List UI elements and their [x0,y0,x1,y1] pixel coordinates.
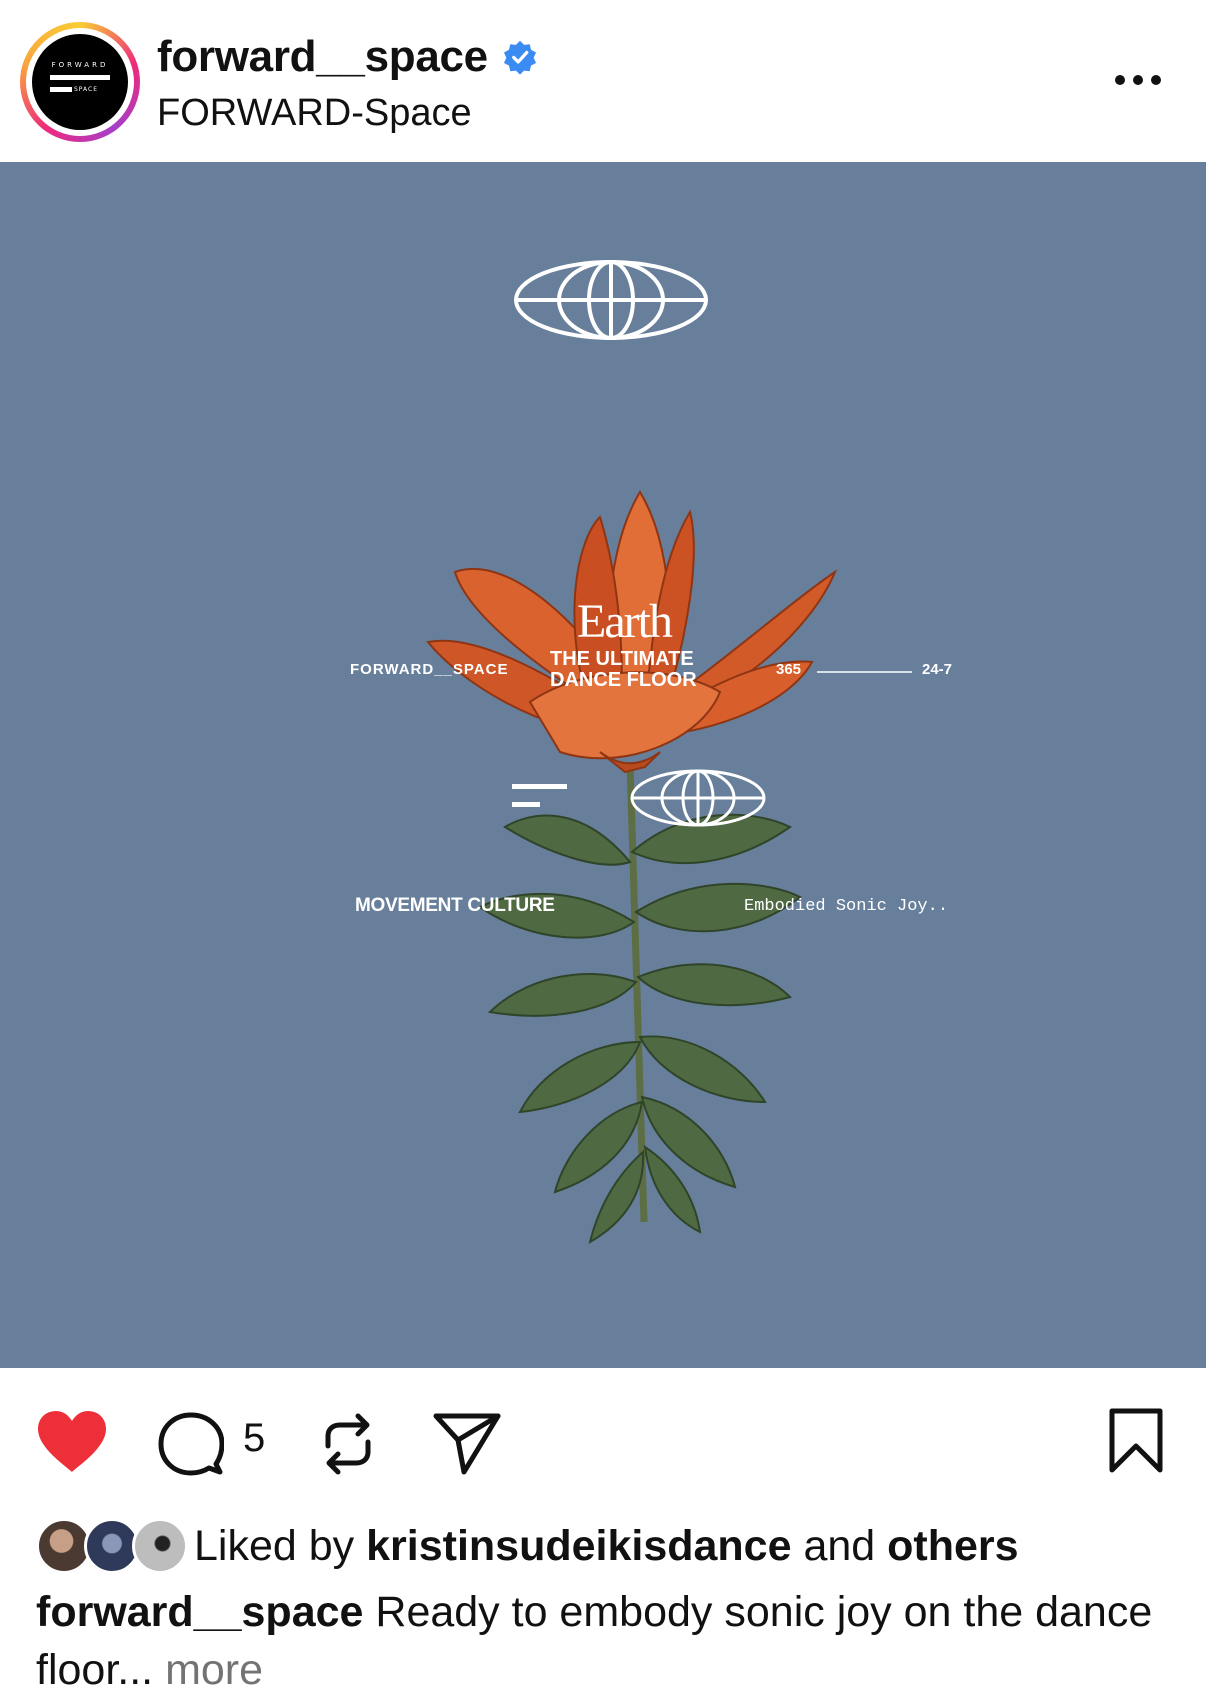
send-icon[interactable] [432,1410,502,1476]
caption-username[interactable]: forward__space [36,1588,363,1636]
heart-filled-icon[interactable] [36,1410,108,1474]
post-label-24-7: 24-7 [922,661,953,678]
globe-icon-small [630,769,766,827]
verified-badge-icon [503,40,536,75]
forward-space-logo: FORWARD SPACE [32,34,128,130]
repost-icon[interactable] [318,1410,378,1478]
bookmark-icon[interactable] [1108,1408,1164,1474]
post-movement-text: MOVEMENT CULTURE [355,895,555,916]
likes-row[interactable]: Liked by kristinsudeikisdance and others [36,1516,1019,1576]
logo-text-bottom: SPACE [74,86,99,93]
liker-avatar-3 [132,1518,188,1574]
post-label-365: 365 [776,661,802,678]
likes-others-link[interactable]: others [887,1522,1018,1570]
post-title-earth: Earth [577,595,673,648]
liker-avatars[interactable] [36,1516,192,1576]
more-options-icon[interactable] [1108,60,1168,100]
equals-mark [512,784,567,807]
comment-icon[interactable] [158,1412,224,1476]
post-caption: forward__space Ready to embody sonic joy… [36,1583,1186,1699]
lily-leaves [478,761,802,1245]
post-artwork [426,260,912,1245]
profile-avatar[interactable]: FORWARD SPACE [20,22,140,142]
likes-text: Liked by kristinsudeikisdance and others [194,1521,1019,1570]
post-headline-line1: THE ULTIMATE [550,648,694,670]
username[interactable]: forward__space [157,32,488,82]
caption-more-link[interactable]: more [153,1646,263,1694]
post-tagline-text: Embodied Sonic Joy.. [744,897,949,916]
comment-count: 5 [243,1416,266,1460]
liker-username[interactable]: kristinsudeikisdance [366,1522,791,1570]
logo-text-top: FORWARD [51,61,109,69]
post-brand-text: FORWARD__SPACE [350,661,509,678]
post-headline-line2: DANCE FLOOR [550,669,697,691]
action-bar: 5 [0,1368,1206,1508]
post-header: FORWARD SPACE forward__space FORWARD-Spa… [0,0,1206,162]
display-name: FORWARD-Space [157,92,472,134]
post-image[interactable]: FORWARD__SPACE Earth THE ULTIMATE DANCE … [0,162,1206,1368]
globe-icon-top [514,260,708,340]
